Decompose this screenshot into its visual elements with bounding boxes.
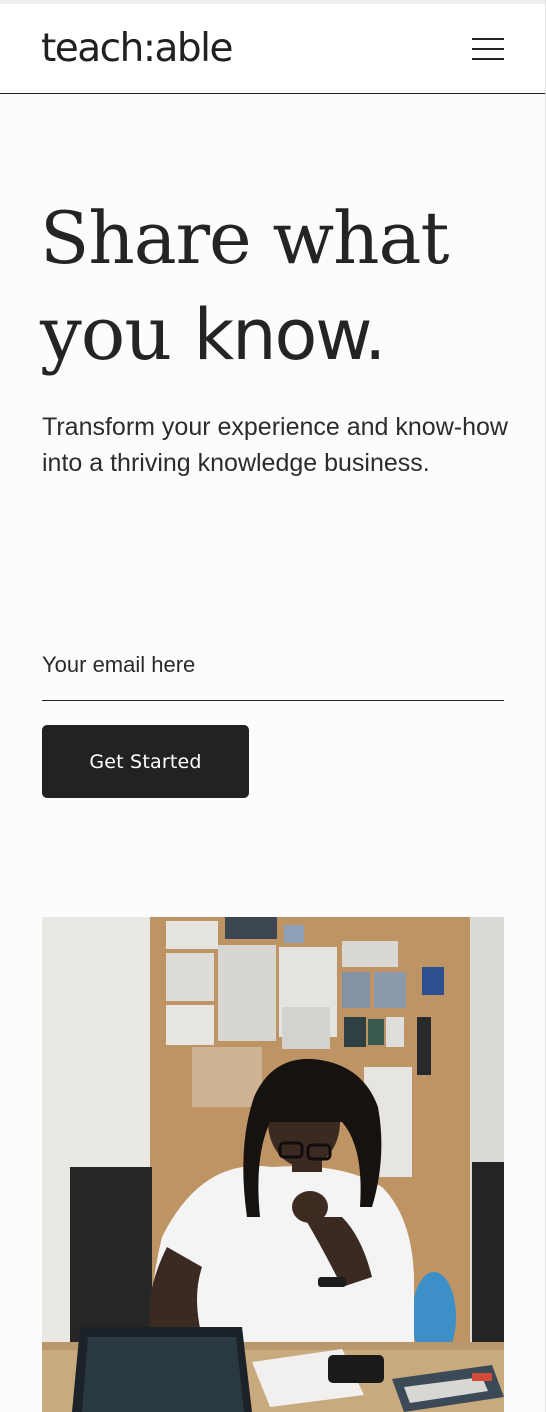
headline-line-2: you know.	[40, 286, 520, 383]
get-started-button[interactable]: Get Started	[42, 725, 249, 798]
site-header: teach:able	[0, 4, 545, 94]
hero-headline: Share what you know.	[40, 190, 520, 383]
person-at-desk-photo	[42, 917, 504, 1412]
photo-illustration	[42, 917, 504, 1412]
page: teach:able Share what you know. Transfor…	[0, 0, 546, 1412]
hamburger-menu-icon-bar	[472, 48, 504, 50]
headline-word-you: you	[40, 291, 172, 377]
menu-button[interactable]	[466, 32, 510, 68]
hero-subtitle: Transform your experience and know-how i…	[42, 413, 508, 477]
headline-line-1: Share what	[40, 196, 449, 280]
hamburger-menu-icon-bar	[472, 58, 504, 60]
headline-word-know: know.	[193, 294, 387, 376]
hamburger-menu-icon	[472, 38, 504, 40]
teachable-logo[interactable]: teach:able	[41, 24, 233, 74]
email-input[interactable]	[42, 630, 504, 701]
